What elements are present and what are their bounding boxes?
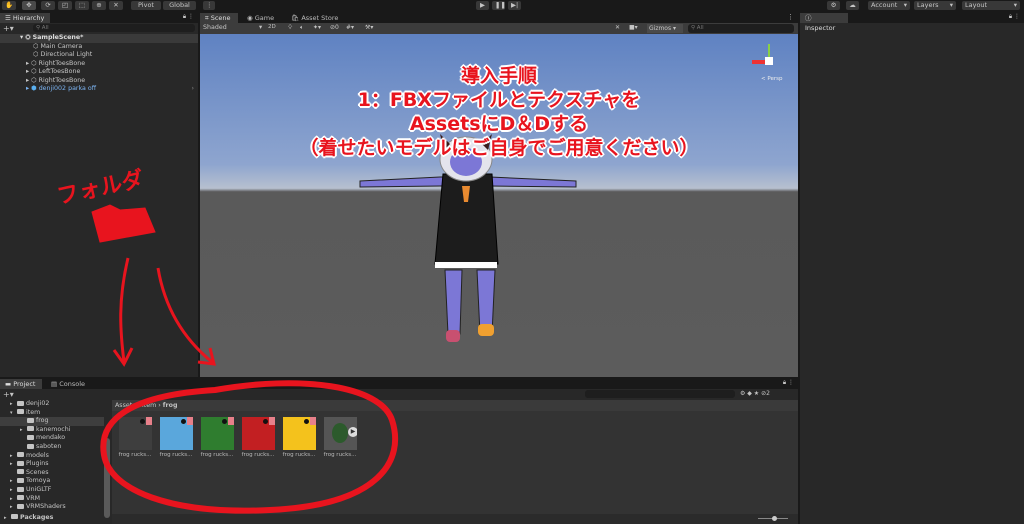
folder-label: kanemochi xyxy=(36,425,71,433)
folder-tree-item[interactable]: saboten xyxy=(0,443,104,452)
folder-icon xyxy=(27,417,34,423)
folder-tree-item[interactable]: mendako xyxy=(0,434,104,443)
tab-label: Console xyxy=(59,380,86,388)
zoom-slider-handle[interactable] xyxy=(772,516,777,521)
folder-label: Plugins xyxy=(26,460,49,468)
tab-project[interactable]: ▬ Project xyxy=(0,379,42,389)
folder-label: UniGLTF xyxy=(26,486,52,493)
folder-icon xyxy=(17,460,24,466)
filter-icons[interactable]: ⚙ ◆ ★ ⊘2 xyxy=(740,390,770,397)
folder-icon xyxy=(17,409,24,415)
breadcrumb-frog[interactable]: frog xyxy=(163,402,178,409)
folder-tree-item[interactable]: ▸ kanemochi xyxy=(0,426,104,435)
folder-tree-item[interactable]: ▸ Tomoya xyxy=(0,477,104,486)
project-search-input[interactable] xyxy=(585,390,735,398)
inspector-title: Inspector xyxy=(805,24,836,32)
folder-icon xyxy=(17,400,24,406)
folder-label: VRMShaders xyxy=(26,503,66,511)
lock-icon[interactable]: 🔒︎ ⋮ xyxy=(783,379,794,387)
folder-icon xyxy=(17,477,24,483)
tab-console[interactable]: ▤ Console xyxy=(46,379,90,389)
texture-asset-thumbnail[interactable] xyxy=(160,417,193,450)
project-tabbar: ▬ Project ▤ Console 🔒︎ ⋮ xyxy=(0,378,798,389)
asset-label: frog rucks... xyxy=(323,452,357,458)
folder-label: item xyxy=(26,408,41,416)
asset-label: frog rucks... xyxy=(118,452,152,458)
inspector-tabbar: ⓘ Inspector 🔒︎ ⋮ xyxy=(800,12,1024,32)
hidden-count: 2 xyxy=(766,390,770,397)
folder-tree-item[interactable]: ▸ UniGLTF xyxy=(0,486,104,495)
texture-asset-thumbnail[interactable] xyxy=(119,417,152,450)
folder-label: Tomoya xyxy=(26,477,51,485)
asset-footer xyxy=(112,514,798,524)
breadcrumb: Assets › item › frog xyxy=(112,400,798,411)
folder-icon xyxy=(17,469,24,475)
breadcrumb-item[interactable]: item xyxy=(142,402,156,409)
folder-tree: ▸ denji02 ▾ item frog ▸ kanemochi mendako sabote… xyxy=(0,400,104,524)
texture-asset-thumbnail[interactable] xyxy=(242,417,275,450)
folder-icon xyxy=(27,434,34,440)
asset-label: frog rucks... xyxy=(282,452,316,458)
arrow-icon xyxy=(112,257,134,367)
folder-icon xyxy=(11,514,18,520)
folder-icon xyxy=(17,486,24,492)
texture-asset-thumbnail[interactable] xyxy=(283,417,316,450)
project-toolbar: +▾ ⚙ ◆ ★ ⊘2 xyxy=(0,389,798,400)
folder-tree-item[interactable]: Scenes xyxy=(0,469,104,478)
asset-label: frog rucks... xyxy=(200,452,234,458)
folder-icon xyxy=(17,495,24,501)
folder-tree-item[interactable]: ▸ models xyxy=(0,452,104,461)
model-asset-thumbnail[interactable]: ▶ xyxy=(324,417,357,450)
folder-icon xyxy=(27,443,34,449)
folder-label: Scenes xyxy=(26,468,49,476)
folder-label: saboten xyxy=(36,443,62,450)
folder-label: mendako xyxy=(36,434,66,442)
asset-label: frog rucks... xyxy=(159,452,193,458)
project-panel: ▬ Project ▤ Console 🔒︎ ⋮ +▾ ⚙ ◆ ★ ⊘2 ▸ de… xyxy=(0,378,798,524)
folder-label: Packages xyxy=(20,513,54,521)
folder-tree-item[interactable]: ▸ VRM xyxy=(0,495,104,504)
folder-tree-item[interactable]: ▸ Packages xyxy=(0,514,104,523)
folder-tree-item[interactable]: ▸ VRMShaders xyxy=(0,503,104,512)
folder-tree-item[interactable]: ▸ Plugins xyxy=(0,460,104,469)
tab-inspector[interactable]: ⓘ Inspector xyxy=(800,13,848,32)
folder-drawing-icon xyxy=(91,204,156,243)
folder-tree-item[interactable]: ▸ denji02 xyxy=(0,400,104,409)
add-button[interactable]: +▾ xyxy=(3,390,14,399)
texture-asset-thumbnail[interactable] xyxy=(201,417,234,450)
folder-tree-item[interactable]: ▾ item xyxy=(0,409,104,418)
folder-label: frog xyxy=(36,417,49,425)
folder-label: models xyxy=(26,451,49,459)
asset-label: frog rucks... xyxy=(241,452,275,458)
folder-icon xyxy=(17,503,24,509)
tab-label: Project xyxy=(13,380,36,388)
tree-scrollbar[interactable] xyxy=(104,438,110,518)
lock-icon[interactable]: 🔒︎ ⋮ xyxy=(1009,13,1020,21)
folder-icon xyxy=(17,452,24,458)
inspector-panel: ⓘ Inspector 🔒︎ ⋮ xyxy=(800,12,1024,524)
folder-label: VRM xyxy=(26,494,41,502)
arrow-icon xyxy=(156,267,216,366)
breadcrumb-assets[interactable]: Assets xyxy=(115,402,136,409)
folder-label: denji02 xyxy=(26,400,50,407)
folder-tree-item[interactable]: frog xyxy=(0,417,104,426)
play-icon[interactable]: ▶ xyxy=(348,427,357,437)
folder-icon xyxy=(27,426,34,432)
